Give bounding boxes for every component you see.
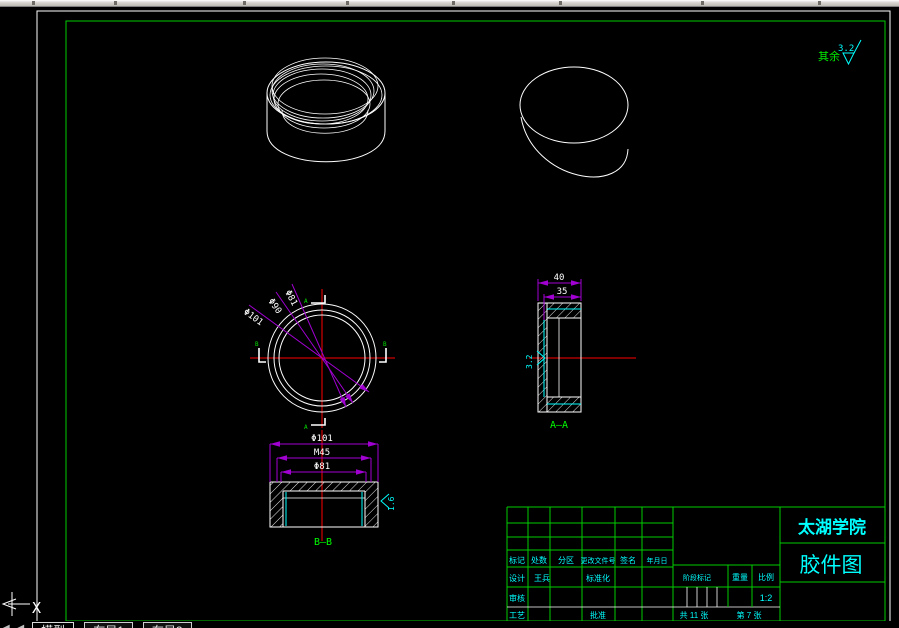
bb-dia-inner-dim: Φ81 [314,462,330,472]
roughness-prefix-label: 其余 [818,49,840,63]
tb-audit-label: 审核 [509,593,525,603]
tb-stage-mark-label: 阶段标记 [683,573,711,582]
drawing-canvas[interactable]: 其余 3.2 Φ101 Φ90 Φ81 A A B B 40 35 3.2 A—… [0,0,899,628]
front-dia-outer-label: Φ101 [241,307,264,328]
tb-process-label: 工艺 [509,611,525,620]
bb-dia-outer-dim: Φ101 [311,434,333,444]
section-aa-label: A—A [550,420,568,431]
tb-scale-label: 比例 [758,572,774,582]
cut-mark-letter: A [304,298,308,305]
bb-roughness-symbol: 1.6 [380,493,396,511]
tb-designer-name: 王兵 [534,573,550,583]
tb-header-mark: 标记 [509,555,525,565]
aa-roughness-value: 3.2 [525,354,534,369]
bb-thread-dim: M45 [314,448,330,458]
tb-approve-label: 批准 [590,610,606,620]
bb-roughness-value: 1.6 [387,496,396,511]
general-roughness-note: 其余 3.2 [818,39,862,66]
tb-scale-value: 1:2 [760,593,773,603]
section-view-bb: Φ101 M45 Φ81 1.6 B—B [269,430,396,548]
tb-drawing-title: 胶件图 [800,554,863,577]
section-bb-label: B—B [314,537,332,548]
tab-layout1[interactable]: 布局1 [84,622,133,628]
tb-design-label: 设计 [509,573,525,583]
tab-scroll-arrows-icon[interactable]: ◀ ◀ [2,622,26,628]
aa-width-dim: 40 [554,273,565,283]
tb-header-date: 年月日 [647,556,668,565]
title-block: 标记 处数 分区 更改文件号 签名 年月日 设计 王兵 标准化 审核 工艺 批准… [506,506,885,621]
cut-mark-letter: B [383,341,387,348]
tb-weight-label: 重量 [732,572,748,582]
tb-header-sign: 签名 [620,555,636,565]
layout-tab-bar: ◀ ◀ 模型 布局1 布局2 [0,621,899,628]
iso-view-cap [519,66,629,178]
tb-header-zone: 分区 [558,556,574,565]
cad-application-window: 其余 3.2 Φ101 Φ90 Φ81 A A B B 40 35 3.2 A—… [0,0,899,628]
front-dia-mid-label: Φ90 [266,297,284,316]
tb-sheets-total: 共 11 张 [680,611,709,620]
cut-mark-letter: B [255,341,259,348]
tb-header-count: 处数 [531,555,547,565]
iso-view-threaded-cap [266,57,386,163]
ucs-icon: X [1,592,41,617]
aa-inner-width-dim: 35 [557,287,568,297]
cut-mark-letter: A [304,424,308,431]
tb-header-docno: 更改文件号 [581,556,616,565]
tb-sheet-number: 第 7 张 [737,610,762,620]
ucs-x-axis-label: X [32,599,41,617]
tab-model[interactable]: 模型 [32,622,75,628]
section-view-aa: 40 35 3.2 A—A [525,273,636,431]
tb-organization-name: 太湖学院 [798,517,866,537]
tab-layout2[interactable]: 布局2 [142,622,192,628]
tb-standardization-label: 标准化 [586,573,610,583]
sheet-border [36,10,891,626]
front-view: Φ101 Φ90 Φ81 A A B B [241,283,395,431]
